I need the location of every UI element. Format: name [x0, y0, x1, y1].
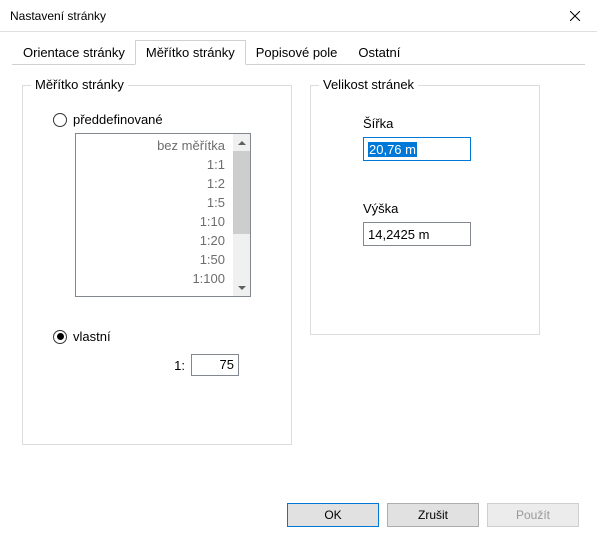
list-item[interactable]: 1:2 [78, 174, 227, 193]
width-input[interactable]: 20,76 m [363, 137, 471, 161]
chevron-down-icon [238, 286, 246, 290]
size-legend: Velikost stránek [319, 77, 418, 92]
tab-titleblock[interactable]: Popisové pole [245, 40, 349, 64]
custom-scale-prefix: 1: [174, 358, 185, 373]
scroll-down-button[interactable] [233, 279, 250, 296]
scroll-track[interactable] [233, 151, 250, 279]
apply-button: Použít [487, 503, 579, 527]
radio-predefined-label: předdefinované [73, 112, 163, 127]
list-item[interactable]: 1:100 [78, 269, 227, 288]
list-item[interactable]: 1:10 [78, 212, 227, 231]
dialog-buttons: OK Zrušit Použít [287, 503, 579, 527]
list-item[interactable]: 1:50 [78, 250, 227, 269]
radio-custom-label: vlastní [73, 329, 111, 344]
list-item[interactable]: 1:5 [78, 193, 227, 212]
tab-orientation[interactable]: Orientace stránky [12, 40, 136, 64]
custom-scale-input[interactable]: 75 [191, 354, 239, 376]
scale-list-items[interactable]: bez měřítka 1:1 1:2 1:5 1:10 1:20 1:50 1… [76, 134, 233, 296]
content-area: Měřítko stránky předdefinované bez měřít… [0, 65, 597, 445]
radio-predefined[interactable] [53, 113, 67, 127]
list-item[interactable]: bez měřítka [78, 136, 227, 155]
tab-other[interactable]: Ostatní [347, 40, 411, 64]
scroll-thumb[interactable] [233, 151, 250, 234]
width-label: Šířka [363, 116, 523, 131]
dialog-window: Nastavení stránky Orientace stránky Měří… [0, 0, 597, 541]
close-icon [570, 11, 580, 21]
tab-strip: Orientace stránky Měřítko stránky Popiso… [0, 32, 597, 64]
list-item[interactable]: 1:1 [78, 155, 227, 174]
close-button[interactable] [552, 1, 597, 31]
scroll-up-button[interactable] [233, 134, 250, 151]
width-value: 20,76 m [368, 142, 417, 157]
height-value: 14,2425 m [368, 227, 429, 242]
scrollbar[interactable] [233, 134, 250, 296]
scale-listbox[interactable]: bez měřítka 1:1 1:2 1:5 1:10 1:20 1:50 1… [75, 133, 251, 297]
radio-custom[interactable] [53, 330, 67, 344]
window-title: Nastavení stránky [10, 9, 552, 23]
scale-fieldset: Měřítko stránky předdefinované bez měřít… [22, 85, 292, 445]
titlebar: Nastavení stránky [0, 0, 597, 32]
chevron-up-icon [238, 141, 246, 145]
cancel-button[interactable]: Zrušit [387, 503, 479, 527]
scale-legend: Měřítko stránky [31, 77, 128, 92]
list-item[interactable]: 1:20 [78, 231, 227, 250]
radio-predefined-row[interactable]: předdefinované [53, 112, 275, 127]
size-fieldset: Velikost stránek Šířka 20,76 m Výška 14,… [310, 85, 540, 335]
tab-scale[interactable]: Měřítko stránky [135, 40, 246, 65]
custom-scale-row: 1: 75 [39, 354, 239, 376]
height-label: Výška [363, 201, 523, 216]
radio-custom-row[interactable]: vlastní [53, 329, 275, 344]
ok-button[interactable]: OK [287, 503, 379, 527]
height-input[interactable]: 14,2425 m [363, 222, 471, 246]
